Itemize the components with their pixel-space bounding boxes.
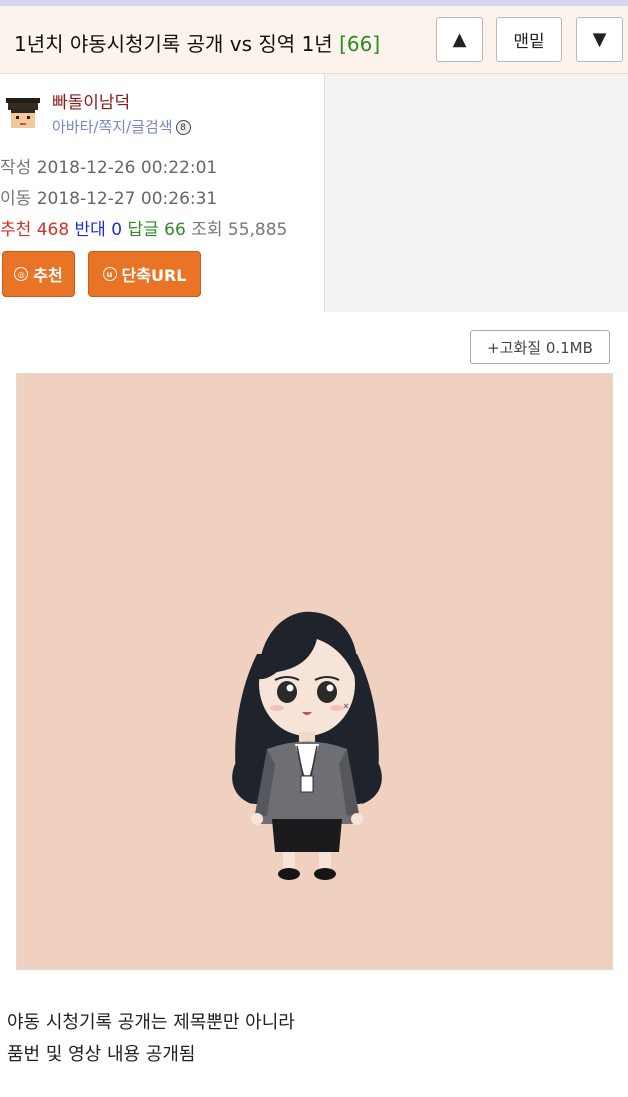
recommend-button-label: 추천 xyxy=(33,266,63,285)
avatar[interactable] xyxy=(2,92,44,134)
written-label: 작성 xyxy=(0,158,32,178)
views-label: 조회 xyxy=(191,220,223,240)
post-info-box: 빠돌이남덕 아바타/쪽지/글검색 8 작성 2018-12-26 00:22:01… xyxy=(0,74,628,312)
level-badge-icon: 8 xyxy=(175,120,191,135)
author-links-text[interactable]: 아바타/쪽지/글검색 xyxy=(52,118,173,136)
recommend-label: 추천 xyxy=(0,220,32,240)
scroll-down-button[interactable]: ▼ xyxy=(576,17,623,62)
written-value: 2018-12-26 00:22:01 xyxy=(36,158,218,178)
author-info-panel: 빠돌이남덕 아바타/쪽지/글검색 8 작성 2018-12-26 00:22:01… xyxy=(0,74,324,312)
recommend-count: 468 xyxy=(36,220,70,240)
reply-count: 66 xyxy=(164,220,186,240)
up-arrow-icon: ▲ xyxy=(452,29,467,50)
post-title: 1년치 야동시청기록 공개 vs 징역 1년 [66] xyxy=(14,28,380,57)
author-links: 아바타/쪽지/글검색 8 xyxy=(52,116,191,137)
post-stats: 추천 468 반대 0 답글 66 조회 55,885 xyxy=(0,215,287,240)
oppose-count: 0 xyxy=(111,220,123,240)
post-image[interactable] xyxy=(16,373,613,970)
post-body-line-1: 야동 시청기록 공개는 제목뿐만 아니라 xyxy=(7,1012,295,1033)
side-empty-panel xyxy=(324,74,628,312)
recommend-button[interactable]: ◎ 추천 xyxy=(2,251,75,297)
recommend-icon: ◎ xyxy=(14,267,29,281)
views-count: 55,885 xyxy=(227,220,288,240)
oppose-label: 반대 xyxy=(74,220,106,240)
post-body-line-2: 품번 및 영상 내용 공개됨 xyxy=(7,1044,196,1065)
moved-value: 2018-12-27 00:26:31 xyxy=(36,189,218,209)
down-arrow-icon: ▼ xyxy=(592,29,607,50)
post-title-text: 1년치 야동시청기록 공개 vs 징역 1년 xyxy=(14,32,333,56)
go-bottom-button[interactable]: 맨밑 xyxy=(496,17,562,62)
scroll-up-button[interactable]: ▲ xyxy=(436,17,483,62)
chibi-character-illustration xyxy=(232,611,382,880)
short-url-button-label: 단축URL xyxy=(121,266,187,285)
author-nickname[interactable]: 빠돌이남덕 xyxy=(52,88,130,113)
high-quality-button[interactable]: +고화질 0.1MB xyxy=(470,330,610,364)
post-body: 야동 시청기록 공개는 제목뿐만 아니라 품번 및 영상 내용 공개됨 xyxy=(7,1007,295,1071)
written-date: 작성 2018-12-26 00:22:01 xyxy=(0,153,217,178)
short-url-button[interactable]: u 단축URL xyxy=(88,251,201,297)
comment-count[interactable]: [66] xyxy=(339,32,380,56)
post-title-bar: 1년치 야동시청기록 공개 vs 징역 1년 [66] ▲ 맨밑 ▼ xyxy=(0,6,628,74)
reply-label: 답글 xyxy=(127,220,159,240)
moved-date: 이동 2018-12-27 00:26:31 xyxy=(0,184,217,209)
short-url-icon: u xyxy=(102,267,117,281)
moved-label: 이동 xyxy=(0,189,32,209)
